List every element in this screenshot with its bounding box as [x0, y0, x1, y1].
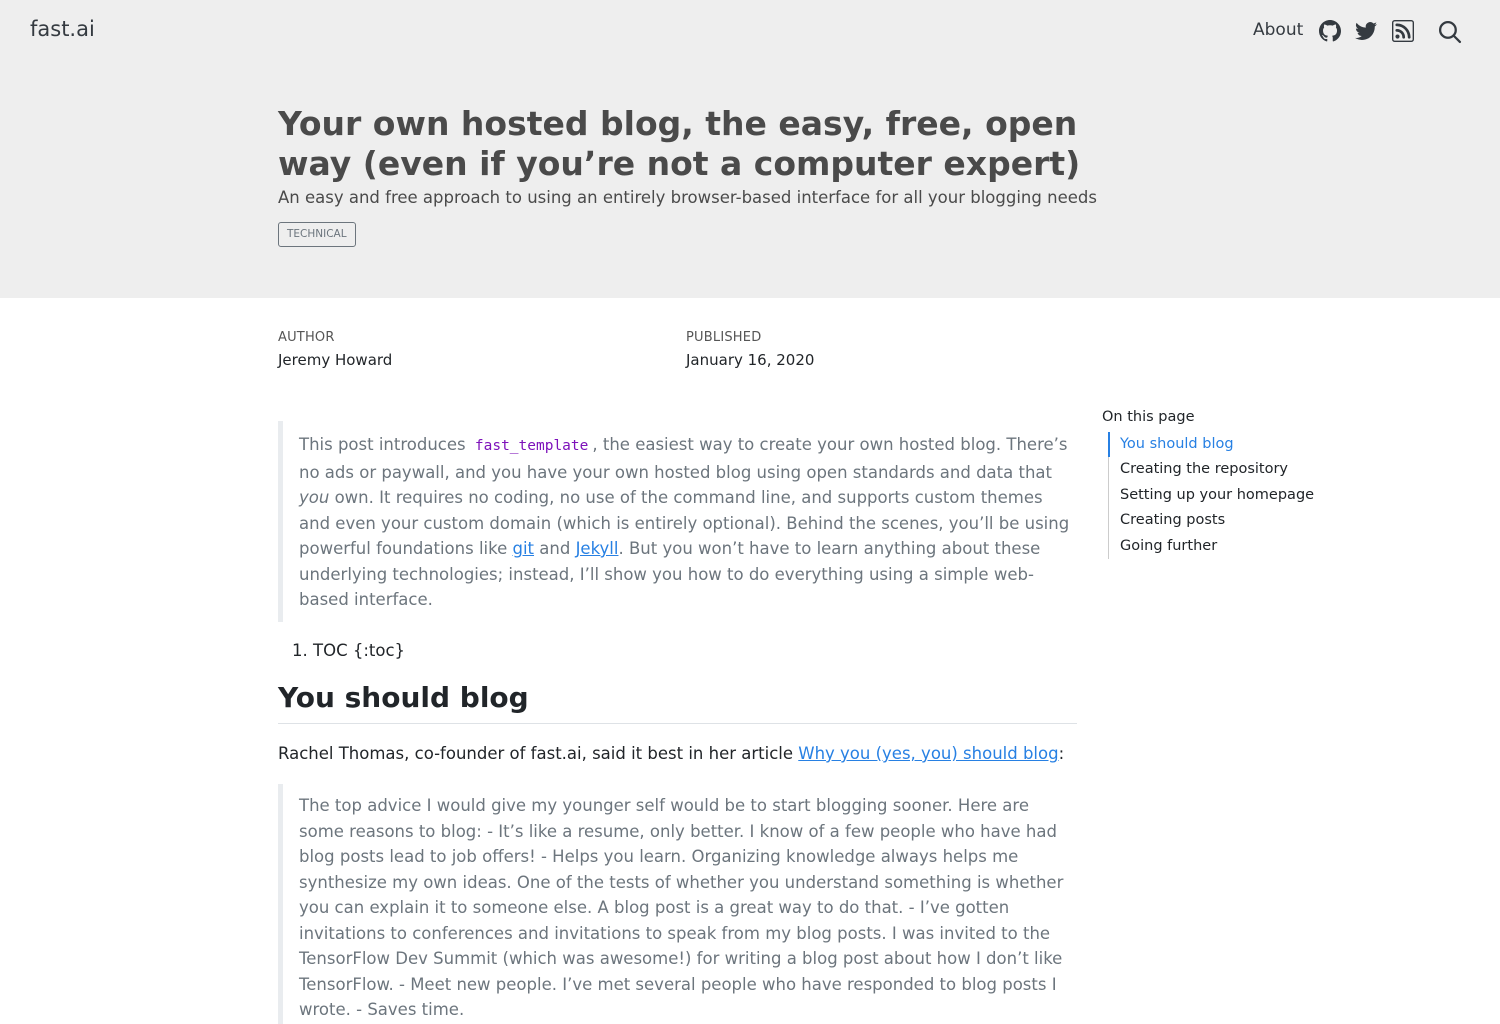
page-subtitle: An easy and free approach to using an en… [278, 188, 1097, 207]
nav-about-link[interactable]: About [1253, 20, 1303, 40]
search-icon[interactable] [1437, 19, 1462, 44]
paragraph-text: Rachel Thomas, co-founder of fast.ai, sa… [278, 744, 799, 763]
intro-text-and: and [534, 539, 576, 558]
toc-list: You should blog Creating the repository … [1108, 432, 1314, 559]
toc-item-you-should-blog[interactable]: You should blog [1108, 432, 1314, 458]
published-label: PUBLISHED [686, 330, 762, 345]
rachel-quote-blockquote: The top advice I would give my younger s… [278, 784, 1078, 1024]
intro-blockquote: This post introduces fast_template, the … [278, 421, 1078, 622]
toc-list-item: 1. TOC {:toc} [292, 640, 405, 662]
navbar: fast.ai About [0, 0, 1500, 62]
author-name: Jeremy Howard [278, 351, 393, 369]
why-you-should-blog-link[interactable]: Why you (yes, you) should blog [798, 744, 1058, 763]
toc-list-item-text: TOC {:toc} [313, 641, 406, 660]
section-paragraph: Rachel Thomas, co-founder of fast.ai, sa… [278, 741, 1098, 766]
toc-item-creating-posts[interactable]: Creating posts [1109, 508, 1314, 533]
toc-item-creating-the-repository[interactable]: Creating the repository [1109, 457, 1314, 482]
twitter-icon[interactable] [1355, 20, 1377, 42]
fast-template-code: fast_template [474, 438, 589, 454]
list-number: 1. [292, 641, 313, 660]
toc-item-going-further[interactable]: Going further [1109, 534, 1314, 559]
category-badge[interactable]: TECHNICAL [278, 222, 356, 247]
author-label: AUTHOR [278, 330, 335, 345]
git-link[interactable]: git [512, 539, 534, 558]
github-icon[interactable] [1319, 20, 1341, 42]
toc-heading: On this page [1102, 409, 1195, 425]
paragraph-colon: : [1058, 744, 1065, 763]
page-title: Your own hosted blog, the easy, free, op… [278, 104, 1081, 183]
section-heading-you-should-blog: You should blog [278, 680, 1077, 724]
jekyll-link[interactable]: Jekyll [576, 539, 619, 558]
rachel-quote-text: The top advice I would give my younger s… [299, 796, 1064, 1019]
rss-icon[interactable] [1392, 20, 1414, 42]
toc-item-setting-up-your-homepage[interactable]: Setting up your homepage [1109, 483, 1314, 508]
intro-text-start: This post introduces [299, 435, 471, 454]
published-date: January 16, 2020 [686, 351, 815, 369]
site-brand-link[interactable]: fast.ai [30, 17, 95, 41]
intro-emphasis: you [299, 488, 330, 507]
